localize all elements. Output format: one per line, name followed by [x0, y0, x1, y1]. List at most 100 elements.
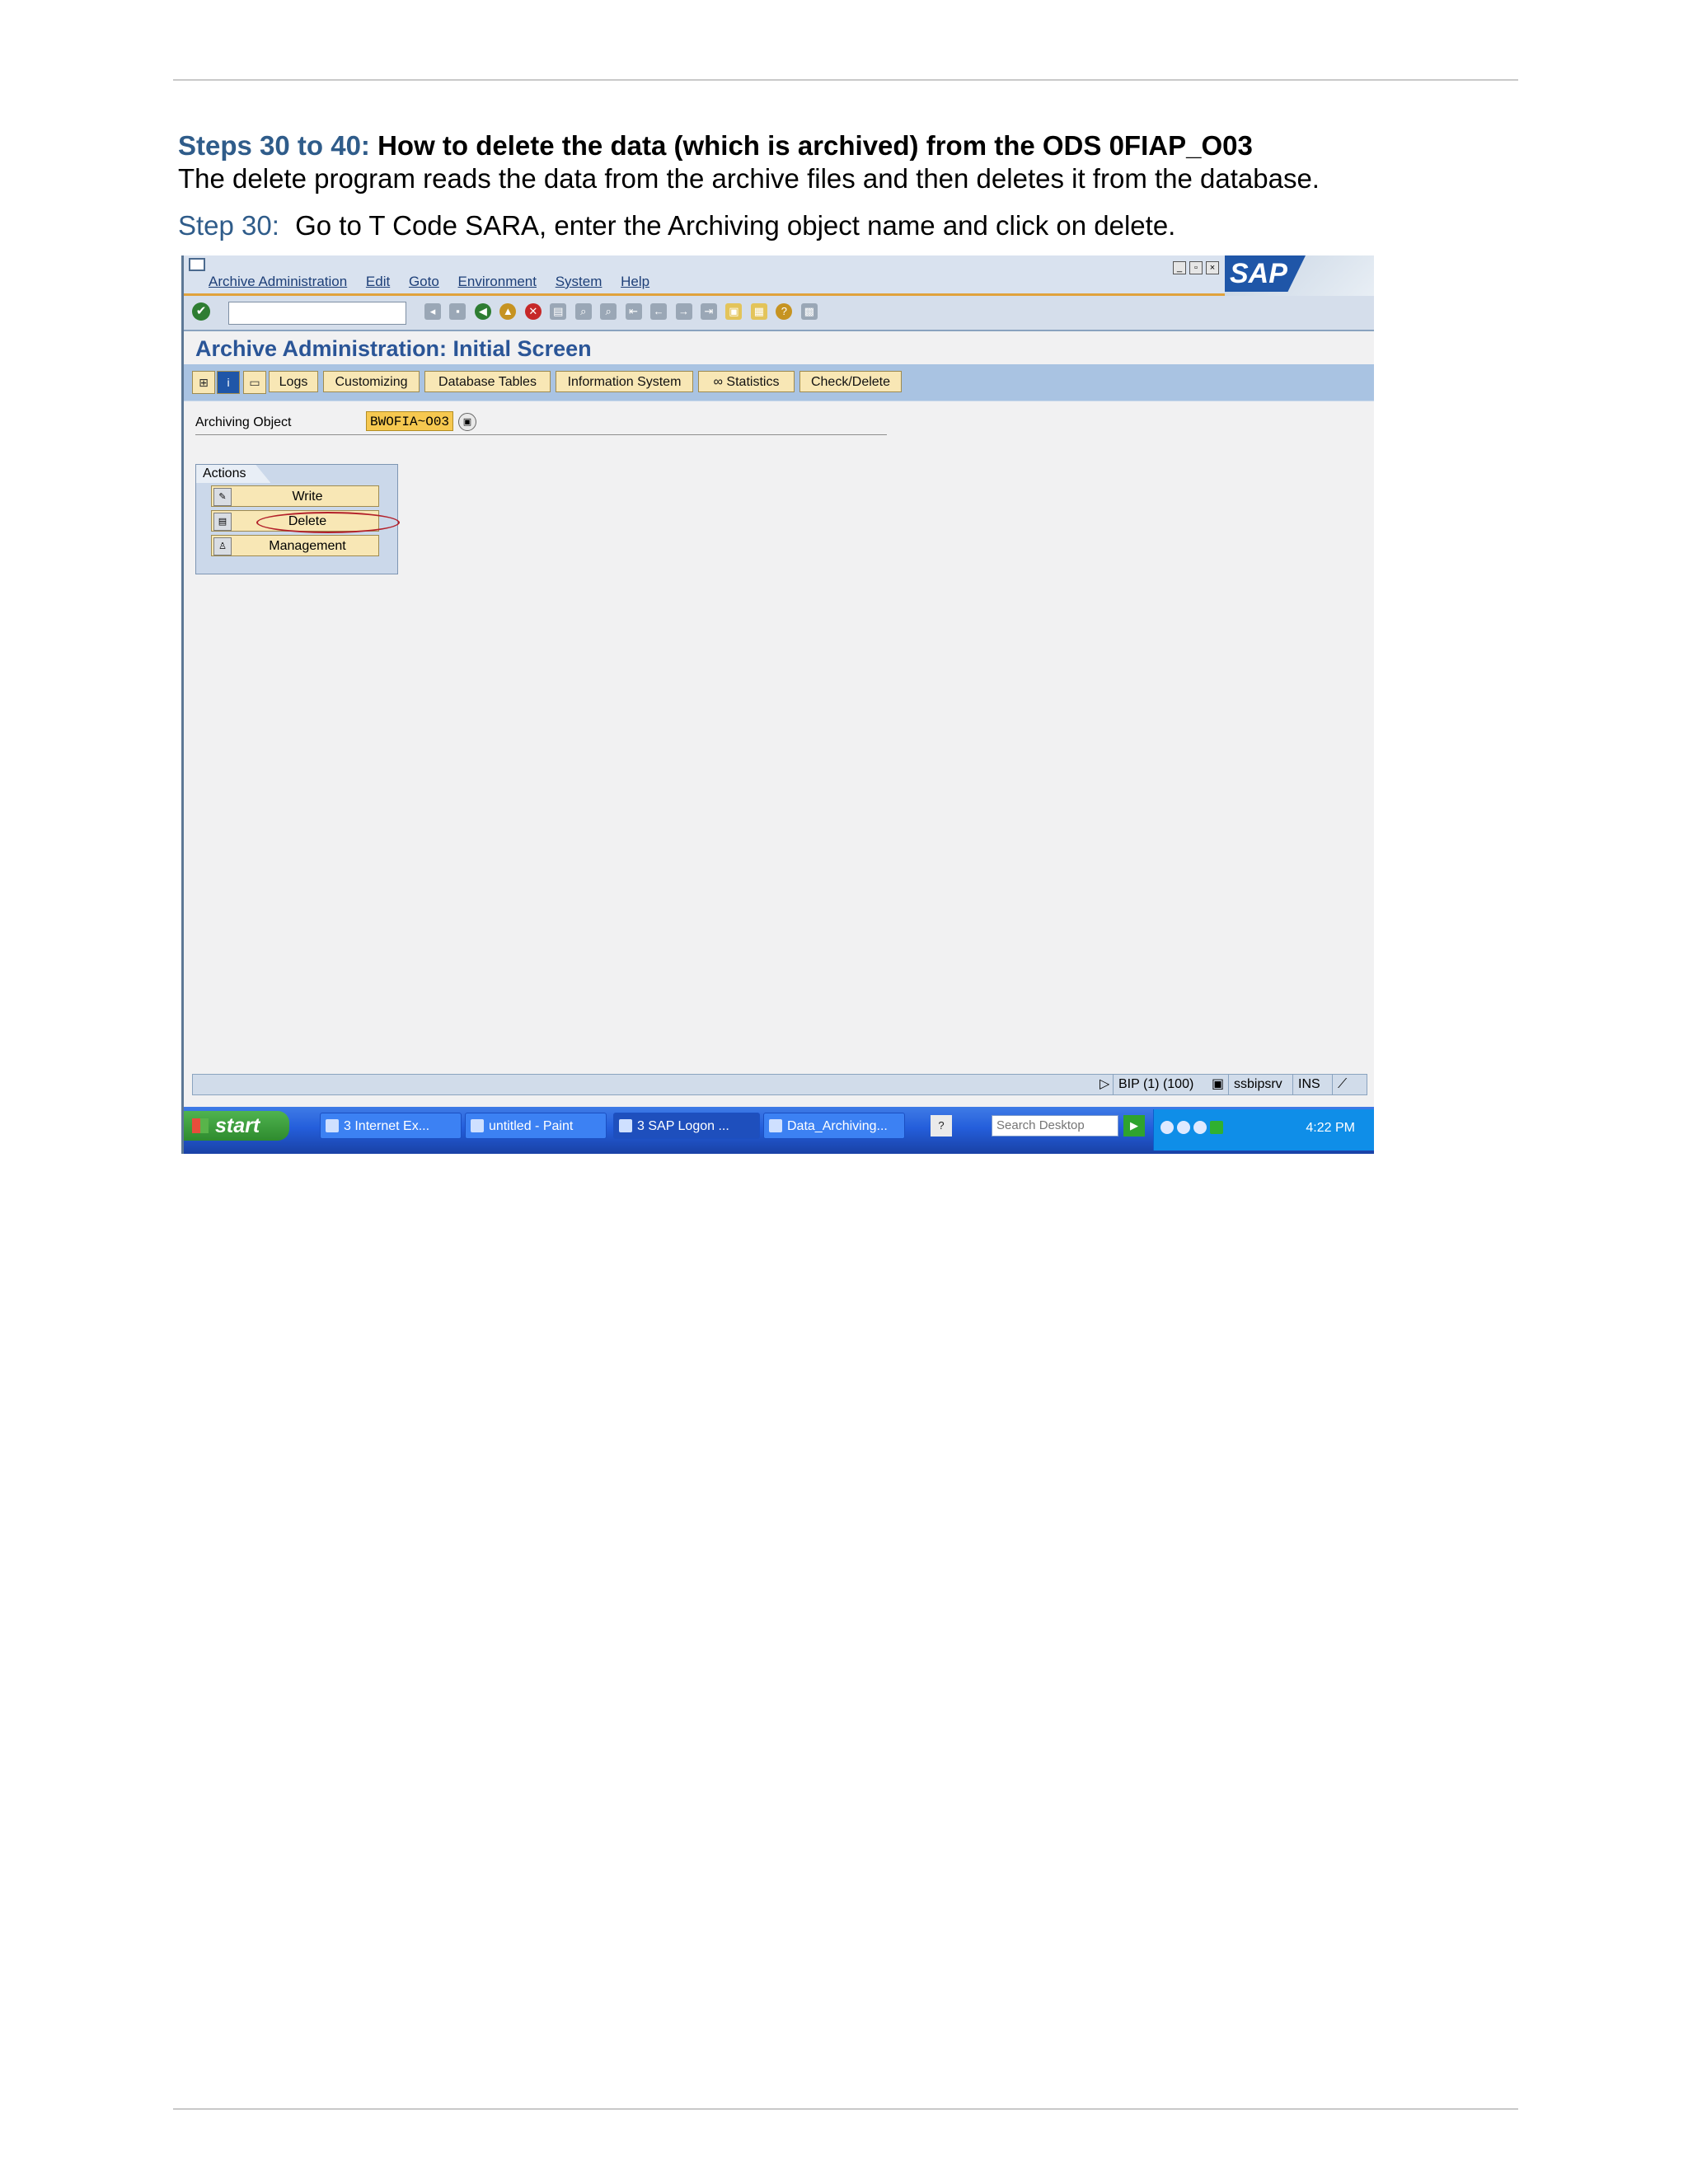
last-page-icon[interactable]: ⇥ — [700, 303, 717, 320]
task-paint[interactable]: untitled - Paint — [465, 1113, 607, 1139]
shortcut-icon[interactable]: ▦ — [750, 303, 767, 320]
status-server: ssbipsrv — [1228, 1075, 1292, 1094]
sap-screenshot: Archive Administration Edit Goto Environ… — [181, 255, 1374, 1154]
step-text: Go to T Code SARA, enter the Archiving o… — [295, 210, 1176, 241]
next-page-icon[interactable]: → — [675, 303, 692, 320]
start-button[interactable]: start — [184, 1111, 289, 1141]
enter-check-icon[interactable]: ✔ — [192, 302, 210, 321]
menu-edit[interactable]: Edit — [366, 274, 390, 289]
layout-menu-icon[interactable]: ▩ — [800, 303, 818, 320]
menu-system[interactable]: System — [556, 274, 603, 289]
task-internet-explorer[interactable]: 3 Internet Ex... — [320, 1113, 462, 1139]
information-system-button[interactable]: Information System — [556, 371, 693, 392]
first-page-icon[interactable]: ⇤ — [625, 303, 642, 320]
command-field[interactable] — [228, 302, 406, 325]
intro-text: The delete program reads the data from t… — [178, 163, 1320, 194]
previous-page-icon[interactable]: ← — [650, 303, 668, 320]
tray-app-icon[interactable] — [1210, 1121, 1223, 1134]
minimize-icon[interactable]: _ — [1173, 261, 1186, 274]
desktop-search-input[interactable] — [992, 1115, 1118, 1137]
write-icon: ✎ — [213, 488, 232, 506]
status-mode: INS — [1292, 1075, 1331, 1094]
find-next-icon[interactable]: ⌕ — [600, 303, 617, 320]
heading-text: How to delete the data (which is archive… — [377, 130, 1253, 161]
archiving-object-label: Archiving Object — [195, 415, 292, 429]
create-session-icon[interactable]: ▣ — [725, 303, 743, 320]
footer-rule — [173, 2108, 1518, 2110]
menu-archive-administration[interactable]: Archive Administration — [209, 274, 347, 289]
statistics-icon: ∞ — [713, 375, 727, 389]
start-label: start — [215, 1114, 260, 1137]
delete-button[interactable]: ▤ Delete — [211, 510, 400, 533]
check-delete-button[interactable]: Check/Delete — [799, 371, 902, 392]
cancel-icon[interactable]: ✕ — [524, 303, 542, 320]
menu-environment[interactable]: Environment — [458, 274, 537, 289]
taskbar-clock: 4:22 PM — [1306, 1121, 1355, 1135]
tray-network-icon[interactable] — [1193, 1121, 1207, 1134]
section-heading: Steps 30 to 40: How to delete the data (… — [178, 130, 1253, 162]
sap-logon-icon — [619, 1119, 632, 1132]
back-icon[interactable]: ◀ — [474, 303, 491, 320]
database-tables-button[interactable]: Database Tables — [424, 371, 551, 392]
logs-button[interactable]: Logs — [269, 371, 318, 392]
find-icon[interactable]: ⌕ — [574, 303, 592, 320]
delete-highlight-ring — [256, 512, 400, 533]
windows-flag-icon — [192, 1118, 209, 1133]
menu-list: Archive Administration Edit Goto Environ… — [209, 274, 664, 290]
archiving-object-row: Archiving Object BWOFIA~O03 ▣ — [195, 410, 887, 435]
task-label: 3 SAP Logon ... — [637, 1119, 729, 1133]
write-button[interactable]: ✎ Write — [211, 485, 379, 507]
menu-goto[interactable]: Goto — [409, 274, 439, 289]
customizing-button[interactable]: Customizing — [323, 371, 420, 392]
windows-taskbar: start 3 Internet Ex... untitled - Paint … — [184, 1107, 1374, 1154]
sap-logo-badge: SAP — [1225, 255, 1306, 292]
archiving-object-input[interactable]: BWOFIA~O03 — [366, 411, 453, 431]
status-bar: ▷ BIP (1) (100) ▣ ssbipsrv INS ⟋ — [192, 1074, 1367, 1095]
exit-icon[interactable]: ▲ — [499, 303, 517, 320]
save-icon[interactable]: ▪ — [449, 303, 467, 320]
back-arrow-icon[interactable]: ◂ — [424, 303, 441, 320]
actions-group: Actions ✎ Write ▤ Delete ♙ Management — [195, 464, 400, 574]
task-sap-logon[interactable]: 3 SAP Logon ... — [613, 1113, 760, 1139]
tray-search-icon[interactable] — [1177, 1121, 1190, 1134]
system-tray: 4:22 PM — [1153, 1109, 1374, 1151]
window-menu-icon[interactable] — [189, 258, 205, 271]
search-go-icon[interactable]: ▶ — [1123, 1115, 1145, 1137]
jobs-icon[interactable]: ▭ — [243, 371, 266, 394]
object-icon[interactable]: ⊞ — [192, 371, 215, 394]
toolbar-icons: ◂ ▪ ◀ ▲ ✕ ▤ ⌕ ⌕ ⇤ ← → ⇥ ▣ ▦ ? ▩ — [424, 303, 823, 320]
paint-icon — [471, 1119, 484, 1132]
resize-grip-icon[interactable]: ⟋ — [1332, 1075, 1347, 1094]
value-help-icon[interactable]: ▣ — [458, 413, 476, 431]
step-instruction: Step 30: Go to T Code SARA, enter the Ar… — [178, 210, 1175, 241]
actions-title: Actions — [196, 465, 271, 483]
status-session-icon[interactable]: ▣ — [1207, 1075, 1224, 1094]
management-button[interactable]: ♙ Management — [211, 535, 379, 556]
statistics-label: Statistics — [726, 375, 780, 389]
tray-arrow-icon[interactable] — [1160, 1121, 1174, 1134]
standard-toolbar: ✔ ◂ ▪ ◀ ▲ ✕ ▤ ⌕ ⌕ ⇤ ← → ⇥ ▣ ▦ ? ▩ — [184, 296, 1374, 331]
delete-icon: ▤ — [213, 513, 232, 531]
restore-icon[interactable]: ▫ — [1189, 261, 1203, 274]
statistics-button[interactable]: ∞ Statistics — [698, 371, 795, 392]
print-icon[interactable]: ▤ — [550, 303, 567, 320]
header-rule — [173, 79, 1518, 81]
help-tray-icon[interactable]: ? — [931, 1115, 952, 1137]
task-data-archiving[interactable]: Data_Archiving... — [763, 1113, 905, 1139]
screen-title: Archive Administration: Initial Screen — [195, 336, 592, 361]
status-system: BIP (1) (100) — [1113, 1075, 1217, 1094]
management-icon: ♙ — [213, 537, 232, 555]
management-label: Management — [269, 539, 346, 553]
info-icon[interactable]: i — [217, 371, 240, 394]
sap-menubar: Archive Administration Edit Goto Environ… — [184, 255, 1374, 296]
window-controls: _ ▫ × — [1173, 260, 1222, 274]
status-expand-icon[interactable]: ▷ — [1095, 1075, 1109, 1094]
help-icon[interactable]: ? — [776, 303, 793, 320]
internet-explorer-icon — [326, 1119, 339, 1132]
heading-lead: Steps 30 to 40: — [178, 130, 370, 161]
tray-icons — [1160, 1121, 1226, 1138]
task-label: Data_Archiving... — [787, 1119, 888, 1133]
close-icon[interactable]: × — [1206, 261, 1219, 274]
menu-help[interactable]: Help — [621, 274, 649, 289]
task-label: untitled - Paint — [489, 1119, 574, 1133]
